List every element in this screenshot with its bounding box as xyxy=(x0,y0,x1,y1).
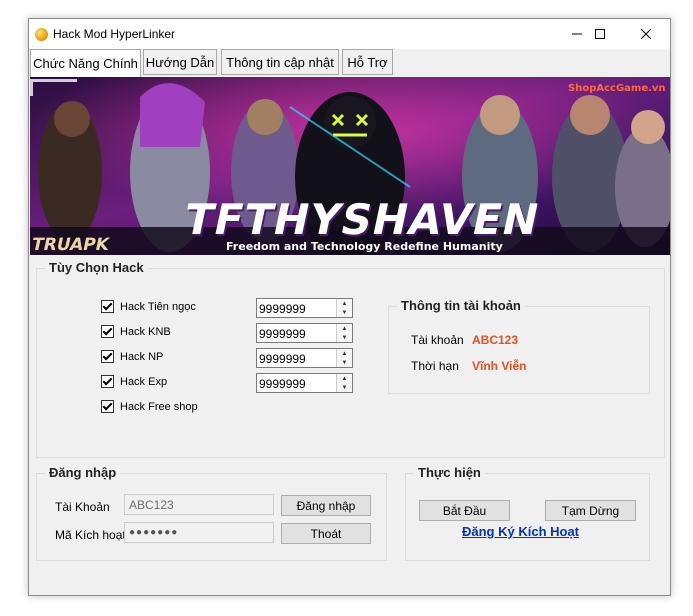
checkbox-check-icon[interactable] xyxy=(101,325,114,338)
stepper-value[interactable]: 9999999 xyxy=(259,352,306,366)
banner-slogan: Freedom and Technology Redefine Humanity xyxy=(226,240,503,253)
stepper-tien-ngoc[interactable]: 9999999 ▲ ▼ xyxy=(256,298,353,318)
account-input[interactable]: ABC123 xyxy=(124,494,274,515)
checkbox-check-icon[interactable] xyxy=(101,400,114,413)
banner-small-logo xyxy=(30,79,77,96)
activation-code-label: Mã Kích hoạt xyxy=(55,528,126,542)
stepper-value[interactable]: 9999999 xyxy=(259,302,306,316)
login-button[interactable]: Đăng nhập xyxy=(281,495,371,516)
stepper-exp[interactable]: 9999999 ▲ ▼ xyxy=(256,373,353,393)
stepper-np[interactable]: 9999999 ▲ ▼ xyxy=(256,348,353,368)
close-icon xyxy=(641,29,651,39)
checkbox-label: Hack NP xyxy=(120,350,164,363)
checkbox-hack-knb[interactable]: Hack KNB xyxy=(101,325,171,338)
spin-down-icon: ▼ xyxy=(341,359,348,366)
spin-up-icon: ▲ xyxy=(341,300,348,307)
spin-buttons[interactable]: ▲ ▼ xyxy=(336,299,352,317)
maximize-button[interactable] xyxy=(577,19,623,49)
spin-up-icon: ▲ xyxy=(341,375,348,382)
close-button[interactable] xyxy=(623,19,669,49)
login-title: Đăng nhập xyxy=(45,465,121,480)
app-window: Hack Mod HyperLinker Chức Năng Chính Hướ… xyxy=(28,18,671,596)
banner-left-logo: TRUAPK xyxy=(30,235,111,255)
app-icon xyxy=(35,28,48,41)
game-banner: TFTHYSHAVEN Freedom and Technology Redef… xyxy=(30,77,670,255)
login-group: Đăng nhập Tài Khoản ABC123 Đăng nhập Mã … xyxy=(36,465,387,561)
expiry-label: Thời hạn xyxy=(411,359,459,373)
register-activation-link[interactable]: Đăng Ký Kích Hoạt xyxy=(462,524,579,539)
maximize-icon xyxy=(595,29,605,39)
checkbox-check-icon[interactable] xyxy=(101,375,114,388)
spin-down-icon: ▼ xyxy=(341,309,348,316)
banner-corner-logo: ShopAccGame.vn xyxy=(568,83,666,94)
title-bar[interactable]: Hack Mod HyperLinker xyxy=(29,19,670,49)
checkbox-label: Hack Free shop xyxy=(120,400,198,413)
actions-group: Thực hiện Bắt Đầu Tạm Dừng Đăng Ký Kích … xyxy=(405,465,650,561)
checkbox-label: Hack Exp xyxy=(120,375,168,388)
tab-main-functions[interactable]: Chức Năng Chính xyxy=(30,49,141,77)
checkbox-hack-free-shop[interactable]: Hack Free shop xyxy=(101,400,198,413)
stepper-value[interactable]: 9999999 xyxy=(259,377,306,391)
account-label: Tài khoản xyxy=(411,333,464,347)
spin-down-icon: ▼ xyxy=(341,334,348,341)
checkbox-check-icon[interactable] xyxy=(101,350,114,363)
checkbox-label: Hack Tiên ngọc xyxy=(120,300,196,313)
checkbox-hack-tien-ngoc[interactable]: Hack Tiên ngọc xyxy=(101,300,196,313)
tab-update-info[interactable]: Thông tin cập nhật xyxy=(221,49,339,75)
expiry-value: Vĩnh Viễn xyxy=(472,359,527,373)
actions-title: Thực hiện xyxy=(414,465,485,480)
spin-buttons[interactable]: ▲ ▼ xyxy=(336,349,352,367)
stepper-knb[interactable]: 9999999 ▲ ▼ xyxy=(256,323,353,343)
login-account-label: Tài Khoản xyxy=(55,500,110,514)
tab-guide[interactable]: Hướng Dẫn xyxy=(143,49,217,75)
spin-down-icon: ▼ xyxy=(341,384,348,391)
checkbox-hack-np[interactable]: Hack NP xyxy=(101,350,163,363)
tab-support[interactable]: Hỗ Trợ xyxy=(342,49,393,75)
start-button[interactable]: Bắt Đầu xyxy=(419,500,510,521)
activation-code-input[interactable]: ●●●●●●● xyxy=(124,522,274,543)
hack-options-group: Tùy Chọn Hack Hack Tiên ngọc Hack KNB Ha… xyxy=(36,260,665,458)
spin-up-icon: ▲ xyxy=(341,325,348,332)
exit-button[interactable]: Thoát xyxy=(281,523,371,544)
pause-button[interactable]: Tạm Dừng xyxy=(545,500,636,521)
checkbox-label: Hack KNB xyxy=(120,325,171,338)
checkbox-check-icon[interactable] xyxy=(101,300,114,313)
window-title: Hack Mod HyperLinker xyxy=(53,27,176,41)
spin-buttons[interactable]: ▲ ▼ xyxy=(336,324,352,342)
spin-buttons[interactable]: ▲ ▼ xyxy=(336,374,352,392)
checkbox-hack-exp[interactable]: Hack Exp xyxy=(101,375,167,388)
hack-options-title: Tùy Chọn Hack xyxy=(45,260,148,275)
tab-bar: Chức Năng Chính Hướng Dẫn Thông tin cập … xyxy=(29,49,670,77)
account-info-group: Thông tin tài khoản Tài khoản ABC123 Thờ… xyxy=(388,298,650,394)
account-info-title: Thông tin tài khoản xyxy=(397,298,525,313)
account-value: ABC123 xyxy=(472,333,519,347)
stepper-value[interactable]: 9999999 xyxy=(259,327,306,341)
banner-brand: TFTHYSHAVEN xyxy=(179,195,545,244)
spin-up-icon: ▲ xyxy=(341,350,348,357)
